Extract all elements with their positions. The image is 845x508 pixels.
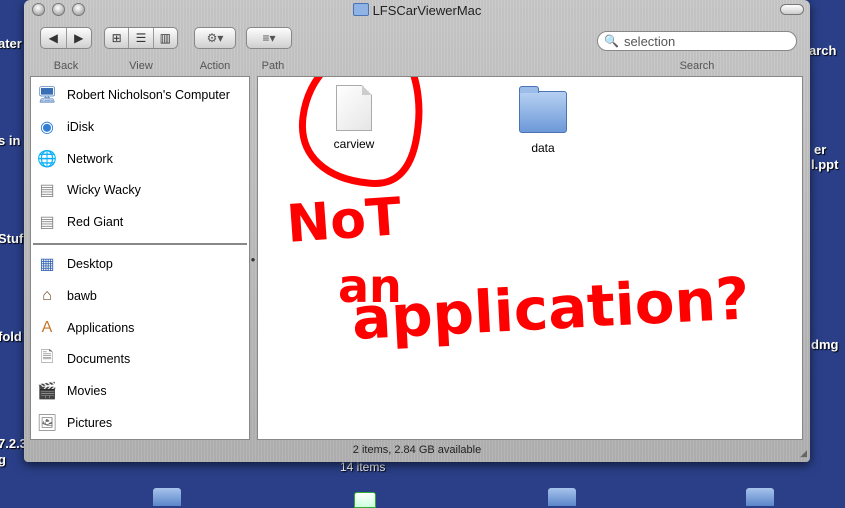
annotation-text-not: NoT: [285, 187, 404, 255]
gear-icon: ⚙▾: [206, 31, 224, 45]
sidebar-item-label: Desktop: [67, 257, 113, 271]
desktop-label: 7.2.3: [0, 436, 27, 451]
sidebar-item-desktop[interactable]: ▦ Desktop: [35, 249, 245, 279]
view-label: View: [129, 60, 153, 72]
desktop-label: l.ppt: [811, 157, 839, 172]
file-name: carview: [333, 137, 375, 151]
path-label: Path: [261, 60, 285, 72]
search-field[interactable]: 🔍: [597, 31, 797, 51]
home-icon: ⌂: [42, 287, 52, 304]
window-title-text: LFSCarViewerMac: [372, 3, 482, 18]
sidebar-item-label: Wicky Wacky: [67, 183, 141, 197]
sidebar-item-label: Red Giant: [67, 215, 124, 229]
sidebar-item-label: Robert Nicholson's Computer: [67, 88, 230, 102]
folder-icon: [519, 86, 567, 133]
annotation-text-an: an: [338, 259, 402, 313]
documents-icon: 🗎: [40, 348, 54, 366]
window-title: LFSCarViewerMac: [24, 3, 810, 18]
desktop-label: dmg: [811, 337, 839, 352]
desktop-file-icon[interactable]: [354, 492, 376, 508]
forward-arrow-icon[interactable]: ▶: [67, 28, 92, 48]
column-view-icon[interactable]: ▥: [154, 28, 177, 48]
document-icon: [336, 85, 372, 131]
path-button[interactable]: ≡▾: [246, 27, 292, 49]
icon-view-icon[interactable]: ⊞: [105, 28, 130, 48]
sidebar-item-idisk[interactable]: ◉ iDisk: [35, 112, 245, 142]
search-icon: 🔍: [604, 34, 619, 48]
search-label: Search: [679, 60, 715, 72]
desktop-label: er: [814, 142, 827, 157]
sidebar-item-label: iDisk: [67, 120, 95, 134]
file-name: data: [531, 141, 555, 155]
sidebar-item-network[interactable]: 🌐 Network: [35, 144, 245, 174]
hard-drive-icon: ▤: [39, 182, 55, 199]
sidebar-item-label: Network: [67, 152, 113, 166]
sidebar-item-label: Documents: [67, 352, 131, 366]
desktop-folder-icon[interactable]: [153, 488, 181, 506]
toolbar-toggle-button[interactable]: [780, 4, 804, 15]
desktop-label: ater: [0, 36, 22, 51]
resize-grip-icon[interactable]: ◢: [800, 448, 807, 459]
sidebar-item-applications[interactable]: A Applications: [35, 313, 245, 343]
status-bar-text: 2 items, 2.84 GB available: [352, 444, 482, 456]
annotation-text-application: application?: [350, 264, 751, 353]
hard-drive-icon: ▤: [39, 214, 55, 231]
desktop-label: 14 items: [340, 460, 386, 474]
back-forward-control[interactable]: ◀ ▶: [40, 27, 92, 49]
desktop-label: Stuf: [0, 231, 24, 246]
sidebar-item-label: bawb: [67, 289, 97, 303]
title-bar[interactable]: LFSCarViewerMac: [24, 0, 810, 20]
list-view-icon[interactable]: ☰: [129, 28, 154, 48]
sidebar-item-label: Applications: [67, 321, 135, 335]
sidebar-item-wicky-wacky[interactable]: ▤ Wicky Wacky: [35, 175, 245, 205]
sidebar-item-computer[interactable]: 🖥 Robert Nicholson's Computer: [35, 80, 245, 110]
pictures-icon: 🖼: [36, 415, 58, 432]
network-icon: 🌐: [37, 151, 57, 168]
desktop-folder-icon[interactable]: [548, 488, 576, 506]
sidebar-divider: [33, 243, 247, 246]
desktop-label: g: [0, 452, 6, 467]
file-pane[interactable]: carview data NoT an application?: [257, 76, 803, 440]
desktop-label: arch: [809, 43, 837, 58]
view-control[interactable]: ⊞ ☰ ▥: [104, 27, 178, 49]
back-label: Back: [53, 60, 79, 72]
desktop-icon: ▦: [39, 256, 55, 273]
sidebar-item-label: Movies: [67, 384, 107, 398]
sidebar-item-home[interactable]: ⌂ bawb: [35, 281, 245, 311]
desktop-folder-icon[interactable]: [746, 488, 774, 506]
finder-window: LFSCarViewerMac ◀ ▶ ⊞ ☰ ▥ ⚙▾ ≡▾ Back Vie…: [24, 0, 810, 462]
back-arrow-icon[interactable]: ◀: [41, 28, 67, 48]
desktop-label: s in: [0, 133, 21, 148]
computer-icon: 🖥: [36, 87, 58, 104]
search-input[interactable]: [621, 32, 786, 50]
sidebar-item-label: Pictures: [67, 416, 113, 430]
sidebar-item-documents[interactable]: 🗎 Documents: [35, 344, 245, 374]
idisk-icon: ◉: [40, 119, 54, 136]
sidebar-item-pictures[interactable]: 🖼 Pictures: [35, 408, 245, 438]
file-item-carview[interactable]: carview: [319, 85, 389, 151]
sidebar-splitter-handle[interactable]: ●: [250, 255, 256, 264]
sidebar: 🖥 Robert Nicholson's Computer ◉ iDisk 🌐 …: [30, 76, 250, 440]
folder-icon: [352, 3, 369, 16]
action-label: Action: [199, 60, 231, 72]
sidebar-item-red-giant[interactable]: ▤ Red Giant: [35, 207, 245, 237]
movies-icon: 🎬: [37, 383, 57, 400]
desktop-label: fold: [0, 329, 22, 344]
sidebar-item-movies[interactable]: 🎬 Movies: [35, 376, 245, 406]
file-item-data[interactable]: data: [508, 86, 578, 155]
path-icon: ≡▾: [262, 31, 276, 45]
applications-icon: A: [41, 319, 53, 336]
action-button[interactable]: ⚙▾: [194, 27, 236, 49]
